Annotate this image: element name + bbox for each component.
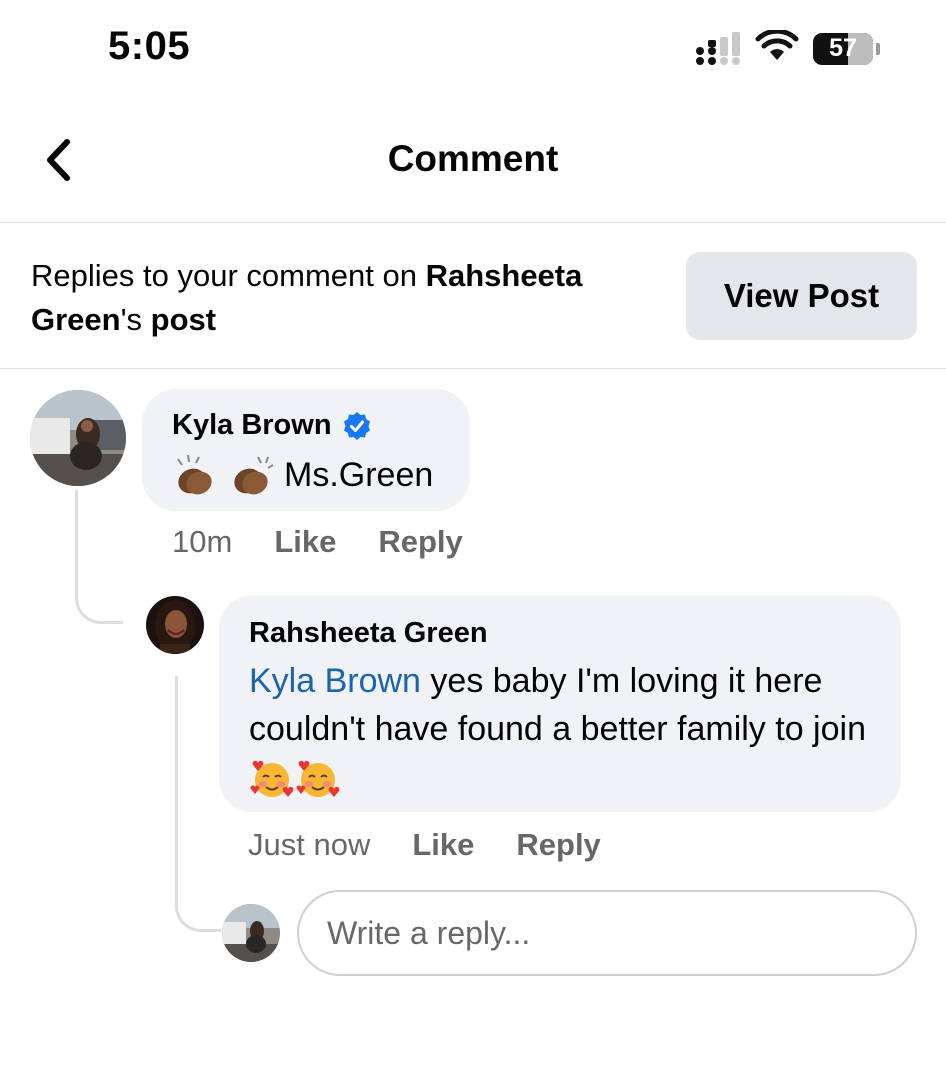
replies-banner-text: Replies to your comment on Rahsheeta Gre… xyxy=(31,254,671,342)
like-button[interactable]: Like xyxy=(274,524,336,560)
smiling-face-with-hearts-emoji xyxy=(296,760,340,798)
reply-author[interactable]: Rahsheeta Green xyxy=(249,617,488,650)
mention-link[interactable]: Kyla Brown xyxy=(249,662,421,700)
banner-owner-first[interactable]: Rahsheeta xyxy=(426,258,583,293)
battery-tip xyxy=(876,42,880,55)
comment-bubble-kyla[interactable]: Kyla Brown Ms.Green xyxy=(142,389,470,511)
author-name[interactable]: Kyla Brown xyxy=(172,409,332,442)
clapping-hands-emoji xyxy=(234,456,274,495)
page-title: Comment xyxy=(387,138,559,179)
thread-connector xyxy=(75,490,123,624)
reply-body: Kyla Brown yes baby I'm loving it here c… xyxy=(249,657,889,801)
banner-possessive: 's xyxy=(120,302,151,337)
banner-post[interactable]: post xyxy=(151,302,216,337)
comment-actions: 10m Like Reply xyxy=(172,524,463,560)
cellular-signal-icon xyxy=(695,31,741,66)
reply-input[interactable] xyxy=(297,890,917,976)
header-divider xyxy=(0,222,946,223)
reply-actions: Just now Like Reply xyxy=(248,827,601,863)
comment-text: Ms.Green xyxy=(284,456,434,494)
reply-button[interactable]: Reply xyxy=(378,524,462,560)
view-post-button[interactable]: View Post xyxy=(686,252,917,340)
status-time: 5:05 xyxy=(108,24,191,68)
reply-timestamp: Just now xyxy=(248,827,371,862)
status-icons: 57 xyxy=(695,28,880,67)
comment-timestamp: 10m xyxy=(172,524,233,559)
battery-level: 57 xyxy=(829,34,857,62)
avatar-kyla-brown[interactable] xyxy=(30,390,126,486)
reply-reply-button[interactable]: Reply xyxy=(516,827,600,863)
comment-body: Ms.Green xyxy=(172,451,433,499)
comment-author[interactable]: Kyla Brown xyxy=(172,409,372,442)
composer-avatar xyxy=(222,904,280,962)
reply-author-name[interactable]: Rahsheeta Green xyxy=(249,617,488,650)
clapping-hands-emoji xyxy=(177,454,212,495)
verified-badge-icon xyxy=(343,411,370,440)
smiling-face-with-hearts-emoji xyxy=(250,760,294,798)
thread-connector-reply xyxy=(175,676,221,932)
banner-prefix: Replies to your comment on xyxy=(31,258,426,293)
comment-bubble-rahsheeta[interactable]: Rahsheeta Green Kyla Brown yes baby I'm … xyxy=(219,595,901,812)
banner-owner-last[interactable]: Green xyxy=(31,302,121,337)
reply-like-button[interactable]: Like xyxy=(412,827,474,863)
banner-divider xyxy=(0,368,946,369)
avatar-rahsheeta-green[interactable] xyxy=(146,596,204,654)
wifi-icon xyxy=(755,28,799,67)
battery-icon: 57 xyxy=(813,32,873,65)
